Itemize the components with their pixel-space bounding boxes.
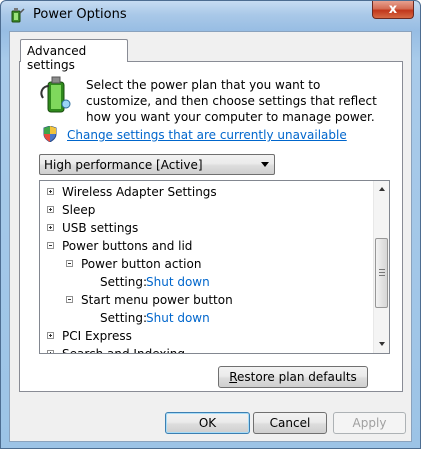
- instructions-text: Select the power plan that you want to c…: [86, 78, 377, 124]
- scroll-up-button[interactable]: [375, 181, 389, 197]
- restore-plan-defaults-button[interactable]: Restore plan defaults: [218, 366, 368, 388]
- tree-vertical-scrollbar[interactable]: [373, 181, 389, 353]
- chevron-down-icon: [261, 162, 269, 167]
- advanced-settings-panel: Select the power plan that you want to c…: [19, 61, 403, 392]
- expand-plus-icon[interactable]: [47, 350, 54, 353]
- grip-line: [379, 269, 385, 270]
- collapse-minus-icon[interactable]: [66, 260, 73, 267]
- scroll-down-button[interactable]: [375, 336, 389, 352]
- tree-item-setting-power-button[interactable]: Setting: Shut down: [40, 273, 370, 291]
- tree-item-pci-express[interactable]: PCI Express: [40, 327, 370, 345]
- grip-line: [379, 272, 385, 273]
- power-options-icon: [11, 8, 25, 23]
- ok-button[interactable]: OK: [165, 412, 250, 434]
- apply-button[interactable]: Apply: [333, 412, 406, 434]
- setting-label: Setting:: [100, 275, 148, 289]
- tree-item-setting-start-menu[interactable]: Setting: Shut down: [40, 309, 370, 327]
- power-plan-selected-value: High performance [Active]: [44, 158, 203, 172]
- arrow-up-icon: [379, 187, 385, 191]
- window-title: Power Options: [33, 7, 127, 22]
- restore-label: estore plan defaults: [237, 370, 357, 384]
- tree-item-search-and-indexing[interactable]: Search and Indexing: [40, 345, 370, 354]
- setting-label: Setting:: [100, 311, 148, 325]
- tree-item-label: Wireless Adapter Settings: [62, 185, 217, 199]
- collapse-minus-icon[interactable]: [66, 296, 73, 303]
- power-plan-dropdown[interactable]: High performance [Active]: [39, 154, 275, 175]
- tree-item-power-buttons-and-lid[interactable]: Power buttons and lid: [40, 237, 370, 255]
- tree-item-sleep[interactable]: Sleep: [40, 201, 370, 219]
- settings-tree[interactable]: Wireless Adapter Settings Sleep USB sett…: [39, 180, 390, 354]
- tree-item-label: Start menu power button: [81, 293, 233, 307]
- battery-plug-icon: [40, 76, 71, 113]
- tree-item-label: USB settings: [62, 221, 139, 235]
- uac-shield-icon: [43, 126, 57, 142]
- tree-item-start-menu-power-button[interactable]: Start menu power button: [40, 291, 370, 309]
- arrow-down-icon: [379, 342, 385, 346]
- grip-line: [379, 275, 385, 276]
- dialog-client-area: Advanced settings Select the power plan …: [9, 31, 412, 442]
- scrollbar-thumb[interactable]: [375, 238, 388, 308]
- power-options-window: Power Options x Advanced settings Select…: [0, 0, 421, 449]
- expand-plus-icon[interactable]: [47, 332, 54, 339]
- collapse-minus-icon[interactable]: [47, 242, 54, 249]
- close-icon: x: [388, 2, 398, 17]
- close-button[interactable]: x: [372, 1, 414, 19]
- expand-plus-icon[interactable]: [47, 188, 54, 195]
- setting-value-start-menu[interactable]: Shut down: [146, 309, 210, 327]
- tree-item-usb-settings[interactable]: USB settings: [40, 219, 370, 237]
- tab-advanced-settings[interactable]: Advanced settings: [20, 39, 128, 72]
- title-bar[interactable]: Power Options x: [1, 1, 420, 31]
- change-settings-link[interactable]: Change settings that are currently unava…: [67, 128, 347, 142]
- expand-plus-icon[interactable]: [47, 206, 54, 213]
- cancel-button[interactable]: Cancel: [253, 412, 327, 434]
- tree-item-label: Search and Indexing: [62, 347, 186, 354]
- tree-item-label: PCI Express: [62, 329, 132, 343]
- setting-value-power-button[interactable]: Shut down: [146, 273, 210, 291]
- tree-item-label: Power button action: [81, 257, 202, 271]
- tree-item-label: Sleep: [62, 203, 96, 217]
- tree-item-wireless-adapter-settings[interactable]: Wireless Adapter Settings: [40, 183, 370, 201]
- expand-plus-icon[interactable]: [47, 224, 54, 231]
- restore-accesskey: R: [229, 370, 238, 384]
- tree-item-label: Power buttons and lid: [62, 239, 193, 253]
- tree-item-power-button-action[interactable]: Power button action: [40, 255, 370, 273]
